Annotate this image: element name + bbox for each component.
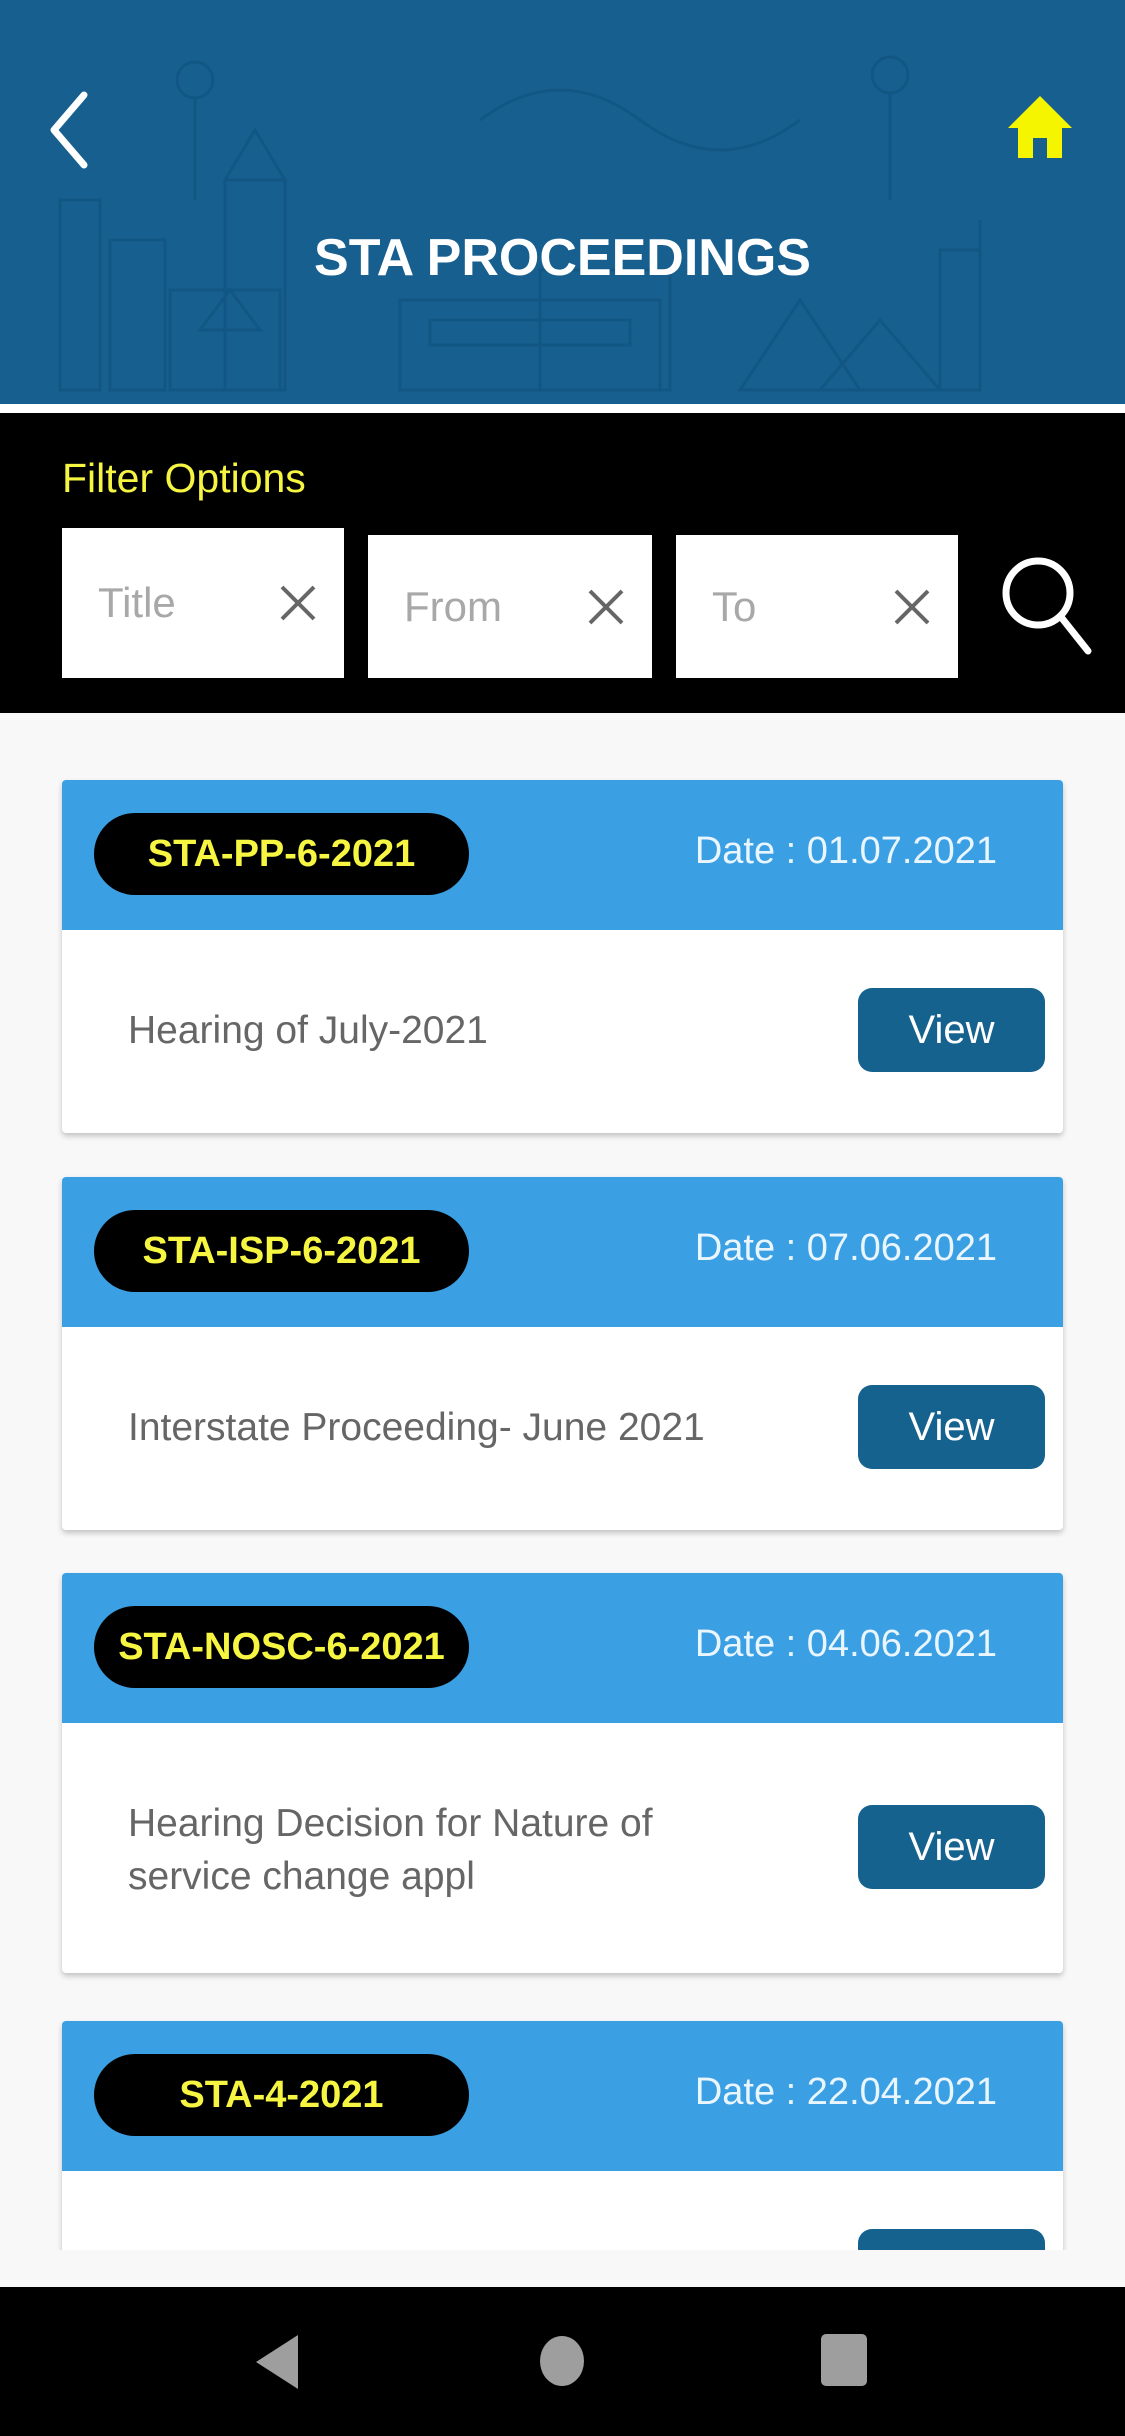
clear-from-icon[interactable] (586, 587, 626, 627)
card-body: Interstate Proceeding- June 2021 View (62, 1327, 1063, 1530)
nav-home-icon[interactable] (539, 2335, 585, 2387)
proceeding-code-badge: STA-4-2021 (94, 2054, 469, 2136)
search-button[interactable] (996, 551, 1096, 661)
proceeding-code-badge: STA-NOSC-6-2021 (94, 1606, 469, 1688)
card-header: STA-NOSC-6-2021 Date : 04.06.2021 (62, 1573, 1063, 1723)
chevron-left-icon (50, 91, 88, 169)
proceeding-code-badge: STA-PP-6-2021 (94, 813, 469, 895)
proceeding-date: Date : 01.07.2021 (694, 830, 997, 872)
clear-to-icon[interactable] (892, 587, 932, 627)
proceeding-code-badge: STA-ISP-6-2021 (94, 1210, 469, 1292)
card-header: STA-4-2021 Date : 22.04.2021 (62, 2021, 1063, 2171)
proceeding-description: Hearing Decision for Nature of service c… (128, 1802, 653, 1898)
header-divider (0, 404, 1125, 413)
city-skyline-illustration (58, 55, 982, 392)
card-header: STA-ISP-6-2021 Date : 07.06.2021 (62, 1177, 1063, 1327)
search-icon (1002, 557, 1092, 655)
app-header: STA PROCEEDINGS (0, 0, 1125, 404)
proceeding-date: Date : 04.06.2021 (694, 1623, 997, 1665)
to-date-filter-field (676, 535, 958, 678)
title-filter-field (62, 528, 344, 678)
card-body: View (62, 2171, 1063, 2250)
card-body: Hearing Decision for Nature of service c… (62, 1723, 1063, 1973)
view-button[interactable]: View (858, 1385, 1045, 1469)
card-body: Hearing of July-2021 View (62, 930, 1063, 1133)
filter-options-label: Filter Options (62, 455, 306, 501)
proceedings-list: STA-PP-6-2021 Date : 01.07.2021 Hearing … (0, 713, 1125, 2250)
proceeding-description: Hearing of July-2021 (128, 1009, 488, 1052)
proceeding-card: STA-PP-6-2021 Date : 01.07.2021 Hearing … (62, 780, 1063, 1133)
view-button[interactable]: View (858, 1805, 1045, 1889)
proceeding-date: Date : 22.04.2021 (694, 2071, 997, 2113)
home-icon (1008, 96, 1072, 158)
clear-title-icon[interactable] (278, 583, 318, 623)
home-button[interactable] (1000, 92, 1080, 164)
proceeding-date: Date : 07.06.2021 (694, 1227, 997, 1269)
proceeding-card: STA-4-2021 Date : 22.04.2021 View (62, 2021, 1063, 2250)
proceeding-card: STA-NOSC-6-2021 Date : 04.06.2021 Hearin… (62, 1573, 1063, 1973)
page-title: STA PROCEEDINGS (314, 229, 811, 287)
proceeding-card: STA-ISP-6-2021 Date : 07.06.2021 Interst… (62, 1177, 1063, 1530)
from-date-filter-field (368, 535, 652, 678)
view-button[interactable]: View (858, 988, 1045, 1072)
view-button[interactable]: View (858, 2229, 1045, 2250)
nav-recents-icon[interactable] (820, 2333, 868, 2387)
nav-back-icon[interactable] (254, 2333, 300, 2391)
system-navigation-bar (0, 2287, 1125, 2436)
back-button[interactable] (40, 85, 100, 175)
filter-bar: Filter Options (0, 413, 1125, 713)
proceeding-description: Interstate Proceeding- June 2021 (128, 1406, 705, 1449)
card-header: STA-PP-6-2021 Date : 01.07.2021 (62, 780, 1063, 930)
